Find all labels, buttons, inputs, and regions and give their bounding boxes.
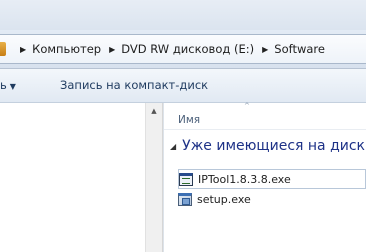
- chevron-right-icon[interactable]: ▶: [109, 45, 115, 54]
- chevron-right-icon[interactable]: ▶: [262, 45, 268, 54]
- navigation-scrollbar[interactable]: ▲: [145, 103, 163, 252]
- sort-ascending-icon: ^: [244, 102, 250, 110]
- file-item[interactable]: setup.exe: [178, 189, 366, 209]
- burn-to-disc-button[interactable]: Запись на компакт-диск: [60, 78, 208, 92]
- breadcrumb-software[interactable]: Software: [274, 42, 325, 56]
- address-box[interactable]: ▶ Компьютер ▶ DVD RW дисковод (E:) ▶ Sof…: [0, 34, 366, 64]
- group-label: Уже имеющиеся на диск: [182, 138, 366, 154]
- organize-menu-button[interactable]: ь ▼: [0, 78, 16, 92]
- collapse-arrow-icon[interactable]: ◢: [170, 142, 176, 151]
- folder-icon: [0, 42, 6, 56]
- exe-icon: [179, 172, 193, 186]
- breadcrumb-computer[interactable]: Компьютер: [32, 42, 101, 56]
- window-top-strip: [0, 0, 366, 30]
- navigation-pane[interactable]: [0, 103, 145, 252]
- scroll-up-icon[interactable]: ▲: [146, 103, 162, 119]
- dropdown-arrow-icon: ▼: [9, 82, 16, 91]
- file-item[interactable]: IPTool1.8.3.8.exe: [178, 169, 366, 189]
- command-toolbar: ь ▼ Запись на компакт-диск: [0, 69, 366, 103]
- file-list: ^ Имя ◢ Уже имеющиеся на диск IPTool1.8.…: [164, 102, 366, 252]
- file-name: IPTool1.8.3.8.exe: [198, 172, 291, 186]
- chevron-right-icon[interactable]: ▶: [20, 45, 26, 54]
- name-column-header[interactable]: ^ Имя: [164, 102, 366, 130]
- setup-icon: [178, 192, 192, 206]
- organize-menu-label: ь: [0, 78, 7, 92]
- file-name: setup.exe: [197, 192, 251, 206]
- address-bar: ▶ Компьютер ▶ DVD RW дисковод (E:) ▶ Sof…: [0, 30, 366, 69]
- column-name-label: Имя: [178, 114, 201, 126]
- group-header[interactable]: ◢ Уже имеющиеся на диск: [170, 138, 365, 154]
- breadcrumb: ▶ Компьютер ▶ DVD RW дисковод (E:) ▶ Sof…: [12, 35, 325, 63]
- breadcrumb-dvd-drive[interactable]: DVD RW дисковод (E:): [121, 42, 254, 56]
